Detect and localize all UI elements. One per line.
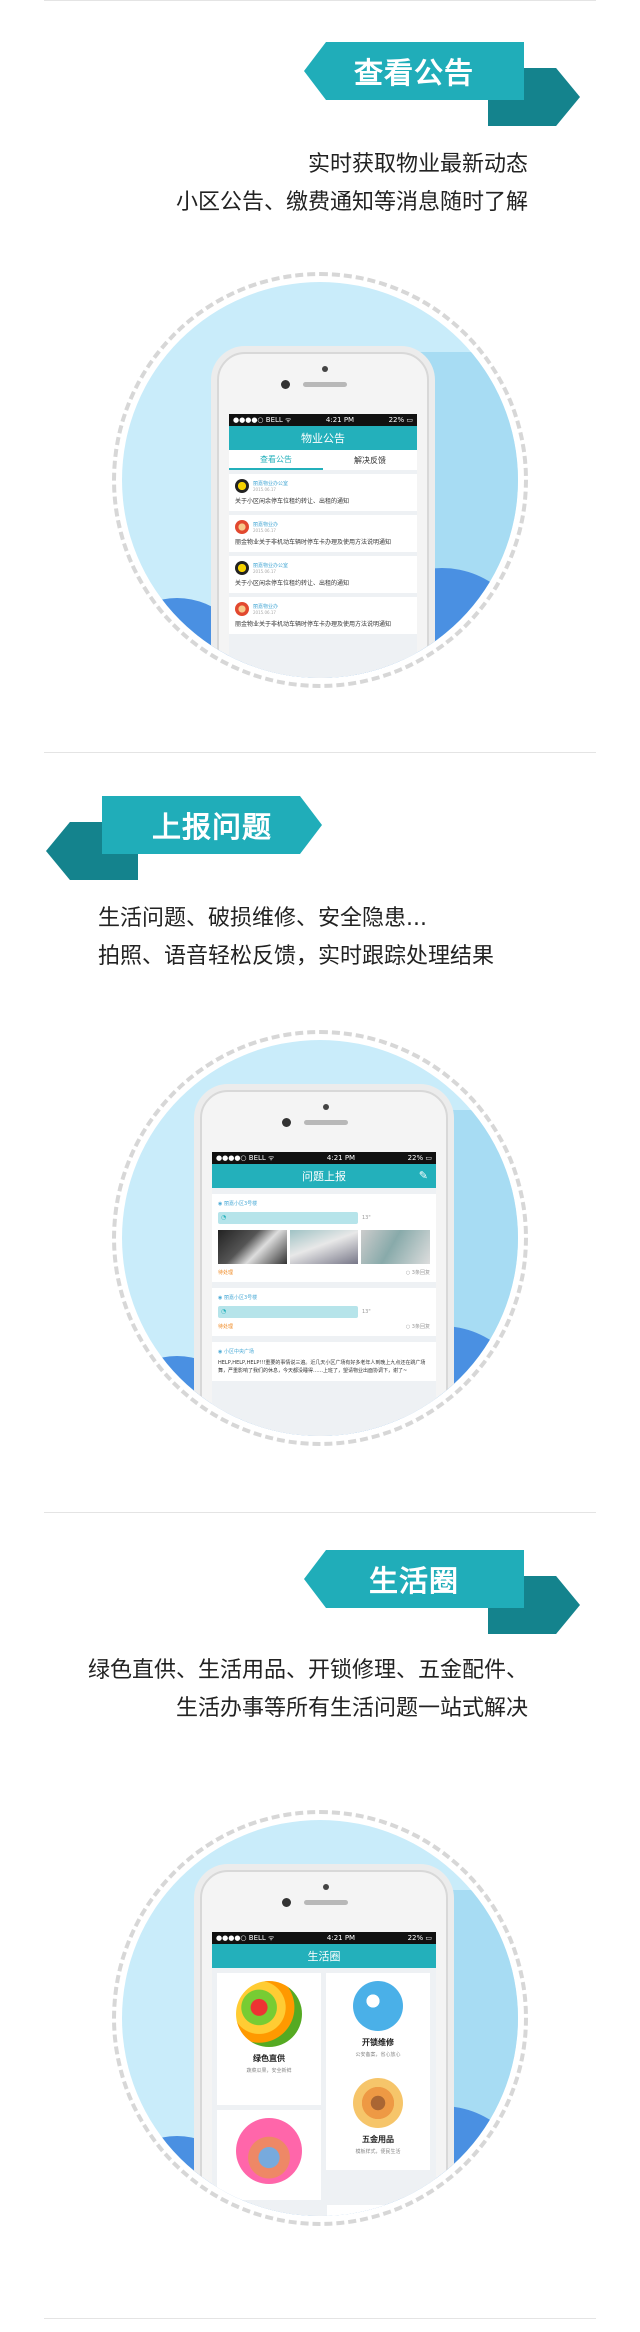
nav-title-text: 问题上报: [302, 1170, 346, 1183]
tools-image: [353, 2078, 403, 2128]
service-tile-more[interactable]: [327, 2205, 431, 2216]
illustration-circle: ●●●●○ BELL ᯤ 4:21 PM 22% ▭ 问题上报 ✎ ◉ 丽嘉小区…: [112, 1030, 528, 1446]
list-item[interactable]: 丽嘉物业办公室 2015.06.17 关于小区闲余停车位租约转让、出租的通知: [229, 556, 417, 593]
nav-title: 物业公告: [229, 426, 417, 450]
description-line: 生活问题、破损维修、安全隐患...: [98, 906, 427, 931]
section-description: 实时获取物业最新动态 小区公告、缴费通知等消息随时了解: [8, 146, 528, 222]
list-item[interactable]: 丽嘉物业办 2015.06.17 丽金物业关于非机动车辆时停车卡办理及使用方法说明…: [229, 515, 417, 552]
banner-life-circle: 生活圈: [304, 1550, 580, 1634]
tab-feedback[interactable]: 解决反馈: [323, 450, 417, 470]
banner-notice: 查看公告: [304, 42, 580, 126]
status-badge: 待处理: [218, 1270, 234, 1276]
phone-mockup: ●●●●○ BELL ᯤ 4:21 PM 22% ▭ 物业公告 查看公告 解决反…: [217, 352, 429, 678]
status-bar: ●●●●○ BELL ᯤ 4:21 PM 22% ▭: [212, 1152, 436, 1164]
tab-bar: 查看公告 解决反馈: [229, 450, 417, 470]
service-tile-locksmith[interactable]: 开锁维修 公安备案，省心放心: [326, 1973, 430, 2073]
avatar: [235, 479, 249, 493]
tab-view-notices[interactable]: 查看公告: [229, 450, 323, 470]
produce-image: [236, 1981, 302, 2047]
description-line: 拍照、语音轻松反馈，实时跟踪处理结果: [98, 944, 495, 969]
divider: [44, 0, 596, 1]
avatar: [235, 561, 249, 575]
description-line: 生活办事等所有生活问题一站式解决: [175, 1696, 528, 1721]
divider: [44, 752, 596, 753]
divider: [44, 1512, 596, 1513]
illustration-circle: ●●●●○ BELL ᯤ 4:21 PM 22% ▭ 物业公告 查看公告 解决反…: [112, 272, 528, 688]
banner-title: 上报问题: [102, 796, 322, 854]
banner-title: 生活圈: [304, 1550, 524, 1608]
description-line: 实时获取物业最新动态: [307, 152, 528, 177]
edit-icon[interactable]: ✎: [419, 1169, 428, 1182]
avatar: [235, 602, 249, 616]
phone-mockup: ●●●●○ BELL ᯤ 4:21 PM 22% ▭ 问题上报 ✎ ◉ 丽嘉小区…: [200, 1090, 448, 1436]
photo-strip[interactable]: [218, 1230, 431, 1264]
service-grid: 绿色直供 蔬菜瓜果，安全新鲜 开锁维修 公安备案，省心放心 五金用品 模板样式，…: [212, 1968, 436, 2216]
service-tile-green-produce[interactable]: 绿色直供 蔬菜瓜果，安全新鲜: [217, 1973, 321, 2105]
service-tile-hardware[interactable]: 五金用品 模板样式，便民生活: [326, 2070, 430, 2170]
avatar: [235, 520, 249, 534]
description-line: 小区公告、缴费通知等消息随时了解: [175, 190, 528, 215]
category-image: [236, 2118, 302, 2184]
list-item[interactable]: ◉ 小区中央广场 HELP,HELP,HELP!!!重要的事情说三遍。近几天小区…: [212, 1342, 436, 1381]
status-bar: ●●●●○ BELL ᯤ 4:21 PM 22% ▭: [212, 1932, 436, 1944]
description-line: 绿色直供、生活用品、开锁修理、五金配件、: [87, 1658, 528, 1683]
list-item[interactable]: 丽嘉物业办公室 2015.06.17 关于小区闲余停车位租约转让、出租的通知: [229, 474, 417, 511]
category-image: [359, 2213, 399, 2216]
key-image: [353, 1981, 403, 2031]
banner-report: 上报问题: [46, 796, 322, 880]
status-bar: ●●●●○ BELL ᯤ 4:21 PM 22% ▭: [229, 414, 417, 426]
illustration-circle: ●●●●○ BELL ᯤ 4:21 PM 22% ▭ 生活圈 绿色直供 蔬菜瓜果…: [112, 1810, 528, 2226]
section-description: 生活问题、破损维修、安全隐患... 拍照、语音轻松反馈，实时跟踪处理结果: [98, 900, 578, 976]
list-item[interactable]: ◉ 丽嘉小区3号楼 ◔ 13" 待处理 ○ 3条回复: [212, 1288, 436, 1336]
status-badge: 待处理: [218, 1324, 234, 1330]
divider: [44, 2318, 596, 2319]
nav-title: 生活圈: [212, 1944, 436, 1968]
banner-title: 查看公告: [304, 42, 524, 100]
voice-message[interactable]: ◔: [218, 1306, 358, 1318]
list-item[interactable]: ◉ 丽嘉小区3号楼 ◔ 13" 待处理 ○ 3条回复: [212, 1194, 436, 1282]
service-tile-other[interactable]: [217, 2110, 321, 2200]
phone-screen: ●●●●○ BELL ᯤ 4:21 PM 22% ▭ 问题上报 ✎ ◉ 丽嘉小区…: [212, 1152, 436, 1436]
nav-title: 问题上报 ✎: [212, 1164, 436, 1188]
phone-screen: ●●●●○ BELL ᯤ 4:21 PM 22% ▭ 生活圈 绿色直供 蔬菜瓜果…: [212, 1932, 436, 2216]
phone-screen: ●●●●○ BELL ᯤ 4:21 PM 22% ▭ 物业公告 查看公告 解决反…: [229, 414, 417, 678]
voice-message[interactable]: ◔: [218, 1212, 358, 1224]
list-item[interactable]: 丽嘉物业办 2015.06.17 丽金物业关于非机动车辆时停车卡办理及使用方法说明…: [229, 597, 417, 634]
section-description: 绿色直供、生活用品、开锁修理、五金配件、 生活办事等所有生活问题一站式解决: [8, 1652, 528, 1728]
phone-mockup: ●●●●○ BELL ᯤ 4:21 PM 22% ▭ 生活圈 绿色直供 蔬菜瓜果…: [200, 1870, 448, 2216]
